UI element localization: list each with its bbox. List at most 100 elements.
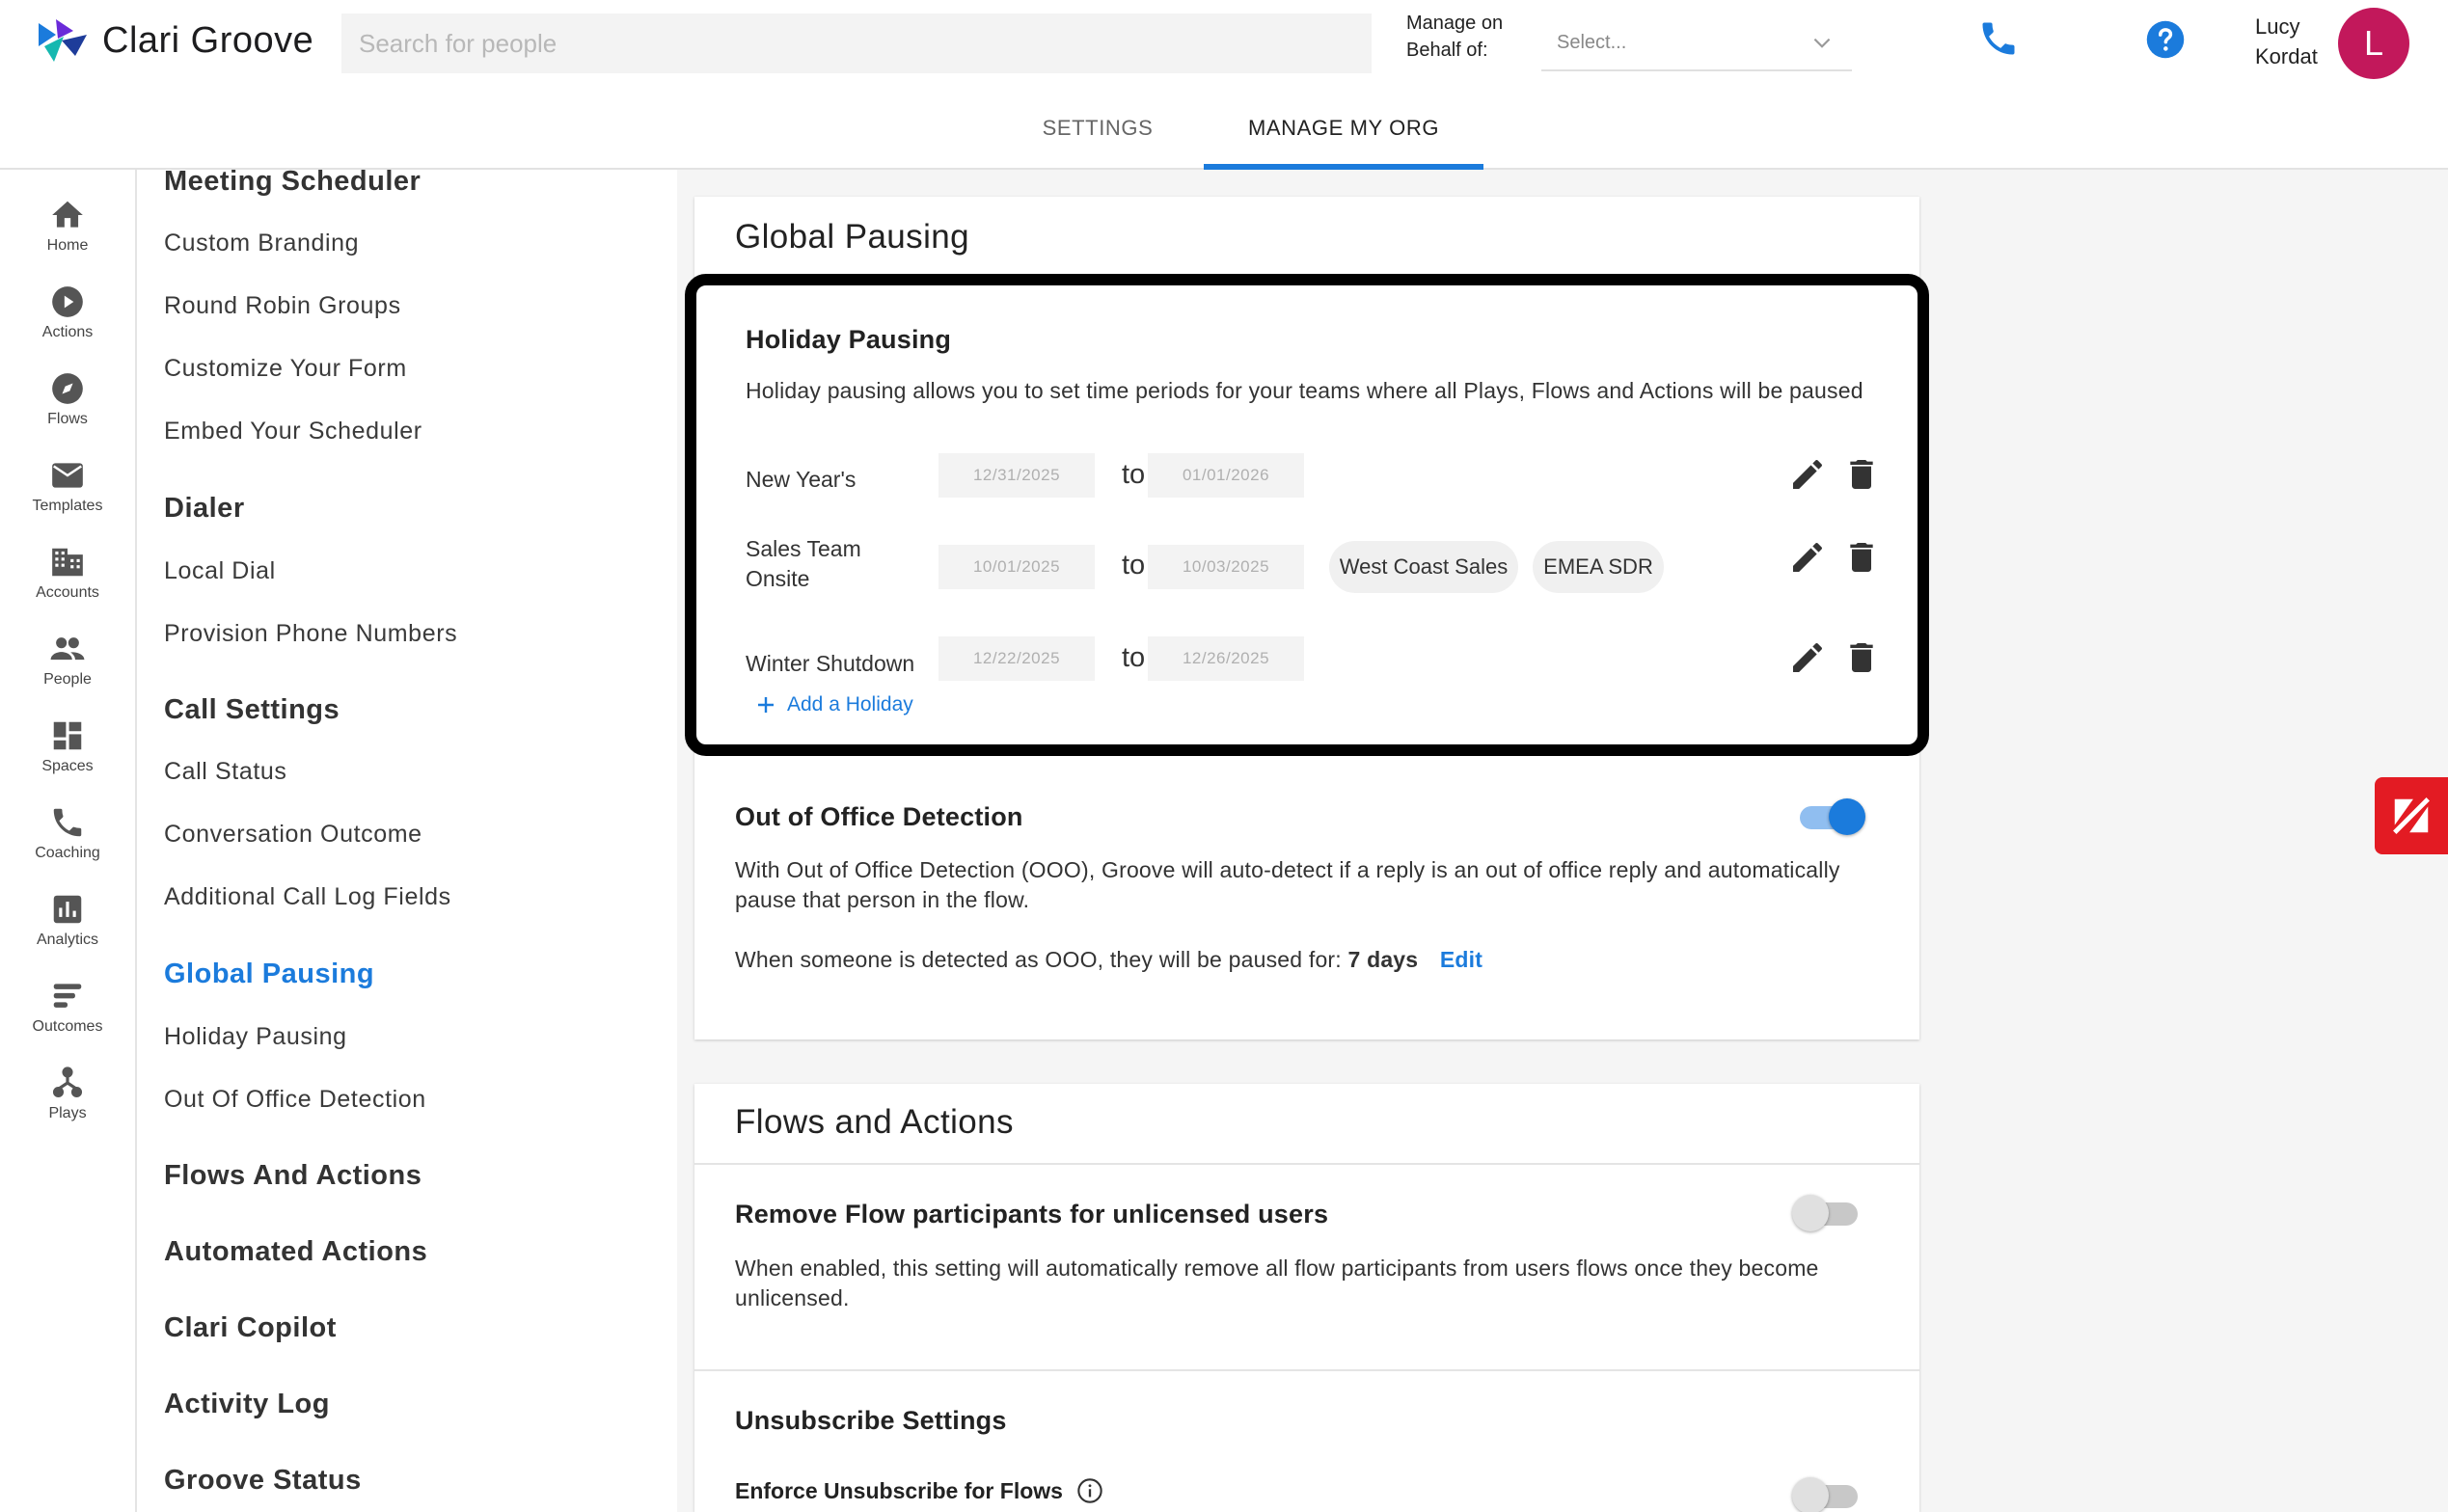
- nav-section-flows-actions[interactable]: Flows And Actions: [164, 1160, 422, 1192]
- play-circle-icon: [52, 286, 83, 317]
- app-logo[interactable]: Clari Groove: [37, 17, 313, 64]
- pencil-icon: [1793, 643, 1822, 672]
- tab-manage-my-org[interactable]: MANAGE MY ORG: [1204, 100, 1483, 170]
- zendesk-widget-button[interactable]: [2375, 777, 2448, 854]
- top-bar: Clari Groove Manage on Behalf of: Select…: [0, 0, 2448, 170]
- nav-item-custom-branding[interactable]: Custom Branding: [164, 230, 359, 257]
- holiday-start-date[interactable]: 10/01/2025: [938, 545, 1095, 589]
- trash-icon: [1850, 643, 1873, 672]
- holiday-start-date[interactable]: 12/22/2025: [938, 636, 1095, 681]
- nav-section-call-settings[interactable]: Call Settings: [164, 694, 340, 726]
- rail-item-outcomes[interactable]: Outcomes: [0, 978, 135, 1036]
- rail-label: Plays: [48, 1105, 87, 1121]
- delete-holiday-button[interactable]: [1842, 638, 1881, 682]
- toggle-knob: [1829, 798, 1865, 835]
- nav-section-groove-status[interactable]: Groove Status: [164, 1465, 362, 1497]
- app-name: Clari Groove: [102, 19, 314, 61]
- nav-section-global-pausing[interactable]: Global Pausing: [164, 958, 374, 990]
- compass-icon: [52, 373, 83, 404]
- nav-item-local-dial[interactable]: Local Dial: [164, 557, 276, 585]
- rail-item-actions[interactable]: Actions: [0, 284, 135, 341]
- enforce-unsubscribe-toggle[interactable]: [1792, 1475, 1862, 1512]
- tab-settings[interactable]: SETTINGS: [992, 100, 1204, 170]
- ooo-paused-for-value: 7 days: [1347, 947, 1419, 972]
- holiday-end-date[interactable]: 10/03/2025: [1148, 545, 1304, 589]
- avatar[interactable]: L: [2338, 8, 2409, 79]
- outcomes-icon: [53, 984, 82, 1008]
- nav-section-automated-actions[interactable]: Automated Actions: [164, 1236, 427, 1268]
- nav-item-embed-scheduler[interactable]: Embed Your Scheduler: [164, 418, 422, 446]
- holiday-name: New Year's: [746, 467, 857, 492]
- nav-item-round-robin-groups[interactable]: Round Robin Groups: [164, 292, 401, 320]
- ooo-paused-for-text: When someone is detected as OOO, they wi…: [735, 947, 1342, 972]
- manage-on-behalf-label: Manage on Behalf of:: [1406, 13, 1504, 61]
- behalf-select-value: Select...: [1557, 31, 1627, 53]
- nav-item-holiday-pausing[interactable]: Holiday Pausing: [164, 1023, 347, 1051]
- building-icon: [52, 548, 83, 577]
- flows-actions-card: Flows and Actions Remove Flow participan…: [694, 1084, 1919, 1512]
- rail-item-accounts[interactable]: Accounts: [0, 544, 135, 602]
- enforce-unsubscribe-label: Enforce Unsubscribe for Flows: [735, 1477, 1063, 1503]
- team-chip[interactable]: EMEA SDR: [1533, 541, 1664, 593]
- delete-holiday-button[interactable]: [1842, 455, 1881, 499]
- nav-item-additional-call-log[interactable]: Additional Call Log Fields: [164, 883, 451, 911]
- nav-item-conversation-outcome[interactable]: Conversation Outcome: [164, 821, 422, 849]
- card-title-flows-actions: Flows and Actions: [735, 1103, 1014, 1141]
- rail-item-home[interactable]: Home: [0, 197, 135, 255]
- rail-item-plays[interactable]: Plays: [0, 1065, 135, 1122]
- holiday-start-date[interactable]: 12/31/2025: [938, 453, 1095, 498]
- rail-item-spaces[interactable]: Spaces: [0, 717, 135, 775]
- nav-section-meeting-scheduler[interactable]: Meeting Scheduler: [164, 166, 421, 198]
- people-search-input[interactable]: [341, 14, 1372, 73]
- holiday-title: Holiday Pausing: [746, 325, 952, 354]
- to-label: to: [1122, 459, 1146, 490]
- behalf-select[interactable]: Select...: [1541, 15, 1852, 71]
- rail-label: Accounts: [36, 584, 99, 601]
- clari-logo-icon: [39, 19, 87, 62]
- add-holiday-button[interactable]: Add a Holiday: [754, 693, 913, 716]
- holiday-pausing-section: Holiday Pausing Holiday pausing allows y…: [685, 274, 1929, 756]
- rail-item-analytics[interactable]: Analytics: [0, 891, 135, 949]
- trash-icon: [1850, 543, 1873, 572]
- edit-holiday-button[interactable]: [1788, 538, 1827, 581]
- ooo-toggle[interactable]: [1796, 796, 1865, 835]
- nav-item-ooo-detection[interactable]: Out Of Office Detection: [164, 1086, 426, 1114]
- team-chip[interactable]: West Coast Sales: [1329, 541, 1518, 593]
- nav-item-provision-numbers[interactable]: Provision Phone Numbers: [164, 620, 457, 648]
- holiday-end-date[interactable]: 12/26/2025: [1148, 636, 1304, 681]
- user-first-name: Lucy: [2255, 14, 2300, 39]
- rail-item-coaching[interactable]: Coaching: [0, 804, 135, 862]
- remove-participants-description: When enabled, this setting will automati…: [735, 1256, 1819, 1310]
- pencil-icon: [1793, 460, 1822, 489]
- nav-item-customize-form[interactable]: Customize Your Form: [164, 355, 407, 383]
- remove-participants-toggle[interactable]: [1792, 1193, 1862, 1231]
- rail-item-flows[interactable]: Flows: [0, 370, 135, 428]
- home-icon: [52, 201, 83, 228]
- holiday-end-date[interactable]: 01/01/2026: [1148, 453, 1304, 498]
- settings-nav: Meeting Scheduler Custom Branding Round …: [137, 166, 677, 1512]
- delete-holiday-button[interactable]: [1842, 538, 1881, 581]
- rail-label: Actions: [41, 324, 94, 340]
- rail-label: Coaching: [35, 845, 100, 861]
- nav-item-call-status[interactable]: Call Status: [164, 758, 287, 786]
- phone-icon: [53, 808, 82, 837]
- info-icon[interactable]: [1076, 1477, 1103, 1504]
- phone-button[interactable]: [1977, 17, 2020, 65]
- card-title-global-pausing: Global Pausing: [735, 218, 969, 256]
- unsubscribe-title: Unsubscribe Settings: [735, 1406, 1007, 1435]
- help-button[interactable]: [2145, 19, 2186, 65]
- divider: [694, 1163, 1919, 1165]
- rail-label: Home: [46, 237, 89, 254]
- edit-holiday-button[interactable]: [1788, 455, 1827, 499]
- rail-item-templates[interactable]: Templates: [0, 457, 135, 515]
- dashboard-icon: [53, 721, 82, 750]
- user-last-name: Kordat: [2255, 44, 2318, 68]
- nav-section-clari-copilot[interactable]: Clari Copilot: [164, 1312, 337, 1344]
- phone-icon: [1982, 22, 2015, 55]
- nav-section-dialer[interactable]: Dialer: [164, 493, 245, 525]
- ooo-edit-link[interactable]: Edit: [1440, 947, 1482, 972]
- people-icon: [50, 637, 85, 661]
- nav-section-activity-log[interactable]: Activity Log: [164, 1389, 330, 1420]
- rail-item-people[interactable]: People: [0, 631, 135, 688]
- edit-holiday-button[interactable]: [1788, 638, 1827, 682]
